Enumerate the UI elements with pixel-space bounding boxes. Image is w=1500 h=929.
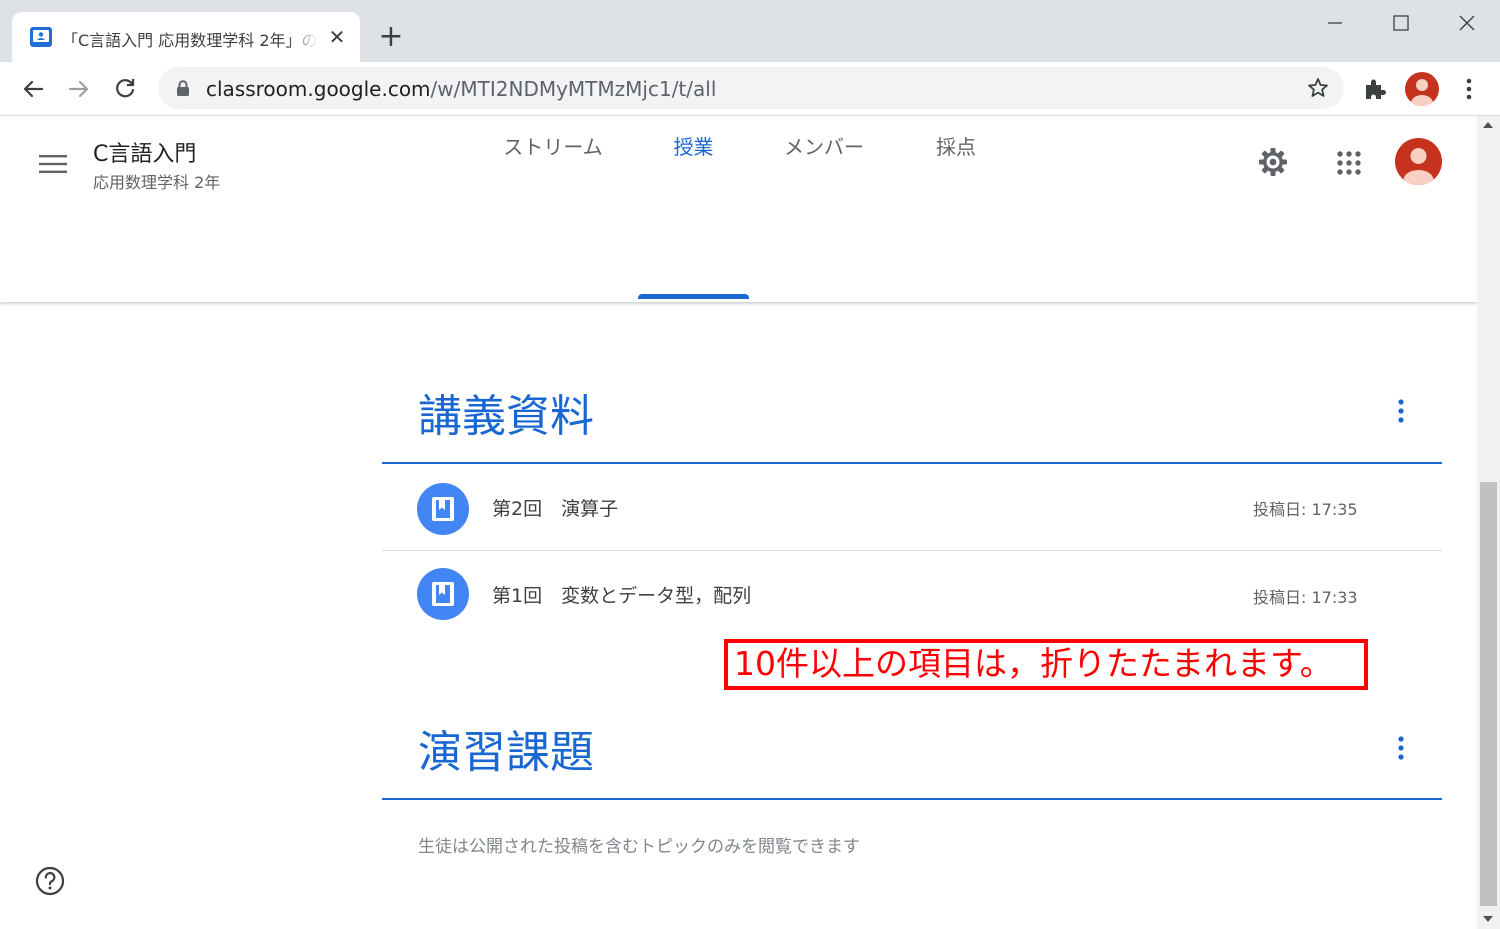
- topic-title[interactable]: 講義資料: [418, 380, 594, 444]
- topic-divider: [382, 462, 1442, 464]
- classroom-favicon-icon: [30, 27, 52, 47]
- window-minimize-button[interactable]: [1314, 8, 1354, 38]
- classroom-page: C言語入門 応用数理学科 2年 ストリーム 授業 メンバー 採点 講義資料 第2…: [0, 116, 1477, 929]
- course-title[interactable]: C言語入門: [93, 136, 196, 168]
- avatar[interactable]: [1395, 138, 1442, 185]
- visibility-note: 生徒は公開された投稿を含むトピックのみを閲覧できます: [418, 837, 860, 857]
- scroll-up-arrow-icon[interactable]: [1483, 122, 1493, 128]
- book-icon[interactable]: [417, 483, 469, 535]
- reload-icon[interactable]: [110, 74, 140, 104]
- more-vert-icon[interactable]: [1390, 396, 1412, 426]
- url-path: /w/MTI2NDMyMTMzMjc1/t/all: [430, 77, 717, 101]
- back-icon[interactable]: [18, 74, 48, 104]
- material-date: 投稿日: 17:35: [1253, 500, 1358, 519]
- scroll-thumb[interactable]: [1480, 482, 1497, 906]
- lock-icon[interactable]: [176, 80, 190, 101]
- browser-tab[interactable]: 「C言語入門 応用数理学科 2年」の ✕: [12, 12, 360, 62]
- browser-toolbar: classroom.google.com/w/MTI2NDMyMTMzMjc1/…: [0, 62, 1500, 116]
- url-text[interactable]: classroom.google.com/w/MTI2NDMyMTMzMjc1/…: [206, 77, 716, 101]
- tab-people[interactable]: メンバー: [766, 116, 882, 196]
- window-maximize-button[interactable]: [1380, 8, 1420, 38]
- more-vert-icon[interactable]: [1390, 733, 1412, 763]
- topic-divider: [382, 798, 1442, 800]
- help-icon[interactable]: [34, 865, 66, 897]
- tab-close-icon[interactable]: ✕: [326, 26, 348, 48]
- tab-title: 「C言語入門 応用数理学科 2年」の: [62, 31, 318, 49]
- material-title[interactable]: 第2回 演算子: [492, 494, 618, 521]
- address-bar[interactable]: classroom.google.com/w/MTI2NDMyMTMzMjc1/…: [158, 67, 1344, 109]
- window-close-button[interactable]: [1446, 8, 1486, 38]
- tab-stream[interactable]: ストリーム: [480, 116, 626, 196]
- extensions-icon[interactable]: [1362, 76, 1388, 106]
- scroll-down-arrow-icon[interactable]: [1483, 916, 1493, 922]
- star-icon[interactable]: [1306, 76, 1330, 104]
- material-date: 投稿日: 17:33: [1253, 588, 1358, 607]
- apps-icon[interactable]: [1336, 150, 1362, 176]
- tab-classwork[interactable]: 授業: [638, 116, 749, 196]
- course-header: C言語入門 応用数理学科 2年 ストリーム 授業 メンバー 採点: [0, 116, 1477, 302]
- book-icon[interactable]: [417, 568, 469, 620]
- url-host: classroom.google.com: [206, 77, 431, 101]
- topic-title[interactable]: 演習課題: [418, 716, 594, 780]
- browser-tab-strip: 「C言語入門 応用数理学科 2年」の ✕ +: [0, 0, 1500, 62]
- profile-avatar-small[interactable]: [1405, 72, 1439, 106]
- forward-icon[interactable]: [64, 74, 94, 104]
- active-tab-indicator: [638, 294, 749, 299]
- gear-icon[interactable]: [1256, 145, 1290, 179]
- page-scrollbar[interactable]: [1477, 116, 1500, 929]
- browser-menu-icon[interactable]: [1460, 76, 1478, 102]
- tab-grades[interactable]: 採点: [916, 116, 996, 196]
- row-divider: [382, 550, 1442, 551]
- course-subtitle: 応用数理学科 2年: [93, 173, 221, 192]
- material-title[interactable]: 第1回 変数とデータ型，配列: [492, 581, 751, 608]
- new-tab-button[interactable]: +: [376, 22, 406, 52]
- annotation-callout: 10件以上の項目は，折りたたまれます。: [724, 639, 1368, 690]
- main-menu-icon[interactable]: [38, 152, 68, 176]
